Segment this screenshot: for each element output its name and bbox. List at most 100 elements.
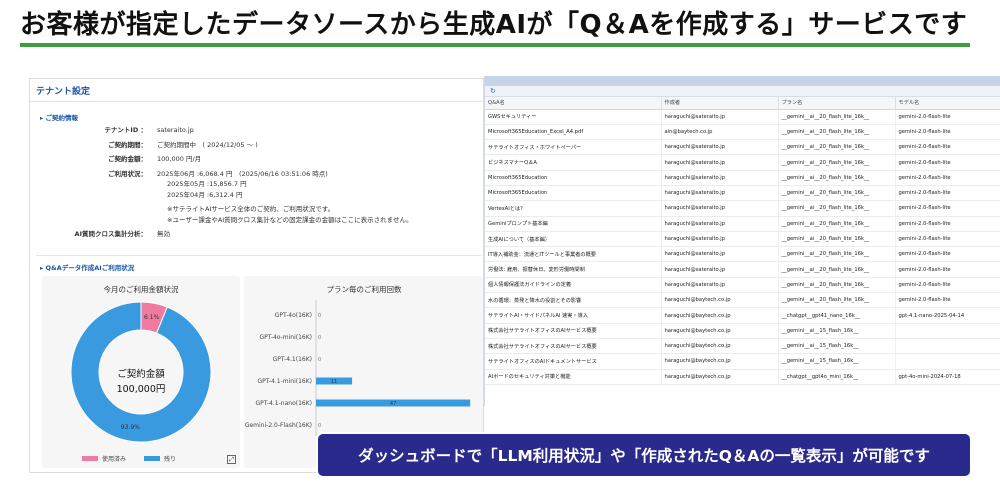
cell-plan: __gemini__ai__20_flash_lite_16k__ [778, 185, 896, 202]
donut-chart-title: 今月のご利用金額状況 [103, 285, 179, 294]
cell-plan: __chatgpt__gpt4o_mini_16k__ [778, 369, 896, 385]
callout-banner: ダッシュボードで「LLM利用状況」や「作成されたQ＆Aの一覧表示」が可能です [318, 434, 970, 476]
table-row[interactable]: IT導入補助金：流通とITツールと事業者の概要 haraguchi@saterai… [485, 246, 1000, 263]
usage-note: ※サテライトAIサービス全体のご契約、ご利用状況です。 [167, 205, 335, 213]
cell-qa-name: ビジネスマナーQ＆A [485, 154, 662, 171]
cross-analysis-row: AI質問クロス集計分析： 無効 [50, 229, 413, 240]
column-header-model[interactable]: モデル名 [895, 97, 1000, 110]
expand-icon[interactable]: ⤢ [227, 455, 236, 464]
cell-creator: haraguchi@sateraito.jp [661, 185, 779, 202]
bar-value-label: 0 [318, 313, 321, 319]
cell-plan: __gemini__ai__15_flash_16k__ [778, 353, 896, 370]
table-row[interactable]: AIボードのセキュリティ対策と機能 haraguchi@baytech.co.jp… [485, 369, 1000, 385]
table-row[interactable]: 個人情報保護法ガイドラインの定義 haraguchi@sateraito.jp __… [485, 277, 1000, 294]
legend-item-used[interactable]: 使用済み [82, 454, 126, 463]
table-window-bar [485, 76, 1000, 86]
cell-creator: haraguchi@baytech.co.jp [661, 292, 779, 309]
monthly-usage-chart: 今月のご利用金額状況 6.1% 93.9% ご契約金額 100,000円 使用済み… [42, 276, 240, 468]
table-row[interactable]: GWSセキュリティー haraguchi@sateraito.jp __gemini… [485, 109, 1000, 125]
cell-plan: __gemini__ai__15_flash_16k__ [778, 323, 896, 339]
title-underline [20, 43, 970, 47]
cell-qa-name: AIボードのセキュリティ対策と機能 [485, 369, 662, 385]
bar-value-label: 0 [318, 335, 321, 341]
usage-label: ご利用状況： [108, 169, 147, 178]
amount-value: 100,000 円/月 [157, 155, 202, 163]
cell-qa-name: サテライトオフィスのAIドキュメントサービス [485, 353, 662, 370]
donut-slice-label: 6.1% [144, 314, 160, 321]
table-row[interactable]: サテライトオフィス・ホワイトペーパー haraguchi@sateraito.jp… [485, 139, 1000, 156]
qa-table-body: GWSセキュリティー haraguchi@sateraito.jp __gemini… [485, 109, 1000, 385]
tenant-id-value: sateraito.jp [157, 126, 194, 134]
cell-qa-name: 生成AIについて（基本編） [485, 231, 662, 248]
tenant-id-label: テナントID ： [104, 126, 147, 134]
contract-section-heading[interactable]: ご契約情報 [30, 112, 79, 122]
cell-model: gemini-2.0-flash-lite [895, 139, 1000, 156]
table-row[interactable]: 生成AIについて（基本編） haraguchi@sateraito.jp __gem… [485, 231, 1000, 248]
table-row[interactable]: 株式会社サテライトオフィスのAIサービス概要 haraguchi@baytech.… [485, 323, 1000, 339]
table-row[interactable]: 株式会社サテライトオフィスのAIサービス概要 haraguchi@baytech.… [485, 338, 1000, 355]
table-row[interactable]: Microsoft365Education haraguchi@sateraito… [485, 170, 1000, 186]
cell-plan: __gemini__ai__20_flash_lite_16k__ [778, 139, 896, 156]
bar-value-label: 11 [331, 379, 337, 385]
cell-qa-name: Geminiプロンプト基本編 [485, 216, 662, 232]
cell-plan: __gemini__ai__20_flash_lite_16k__ [778, 109, 896, 125]
cell-plan: __gemini__ai__20_flash_lite_16k__ [778, 154, 896, 171]
table-row[interactable]: Microsoft365Education haraguchi@sateraito… [485, 185, 1000, 202]
cell-qa-name: サテライトオフィス・ホワイトペーパー [485, 139, 662, 156]
cross-analysis-label: AI質問クロス集計分析： [74, 230, 147, 238]
slide-title: お客様が指定したデータソースから生成AIが「Q＆Aを作成する」サービスです [20, 10, 968, 40]
table-row[interactable]: VertexAIとは？ haraguchi@sateraito.jp __gemin… [485, 200, 1000, 217]
usage-row: ご利用状況： 2025年06月 :6,068.4 円 (2025/06/16 0… [50, 169, 413, 180]
refresh-icon[interactable]: ↻ [490, 87, 496, 95]
tenant-settings-panel: テナント設定 ご契約情報 テナントID ： sateraito.jp ご契約期間… [29, 78, 484, 473]
column-header-creator[interactable]: 作成者 [661, 97, 779, 110]
column-header-qa-name[interactable]: Q&A名 [485, 97, 662, 110]
cell-plan: __gemini__ai__15_flash_16k__ [778, 338, 896, 355]
table-row[interactable]: Geminiプロンプト基本編 haraguchi@sateraito.jp __ge… [485, 216, 1000, 232]
cell-creator: haraguchi@sateraito.jp [661, 154, 779, 171]
table-row[interactable]: サテライトAI・サイドパネルAI 速実・導入 haraguchi@baytech.… [485, 307, 1000, 324]
cell-plan: __gemini__ai__20_flash_lite_16k__ [778, 246, 896, 263]
cell-plan: __gemini__ai__20_flash_lite_16k__ [778, 124, 896, 141]
cell-model: gemini-2.0-flash-lite [895, 170, 1000, 186]
cell-qa-name: 株式会社サテライトオフィスのAIサービス概要 [485, 338, 662, 355]
usage-note: ※ユーザー課金やAI質問クロス集計などの固定課金の金額はここに表示されません。 [167, 215, 413, 224]
cell-creator: haraguchi@sateraito.jp [661, 109, 779, 125]
cross-analysis-value: 無効 [157, 230, 170, 238]
legend-item-remaining[interactable]: 残り [144, 454, 176, 463]
qa-usage-section-heading[interactable]: Q&Aデータ作成AIご利用状況 [30, 262, 135, 272]
table-row[interactable]: サテライトオフィスのAIドキュメントサービス haraguchi@baytech.… [485, 353, 1000, 370]
qa-list-panel: ↻ Q&A名 作成者 プラン名 モデル名 GWSセキュリティー haraguchi… [484, 76, 1000, 406]
cell-model: gemini-2.0-flash-lite [895, 109, 1000, 125]
usage-line: 2025年05月 :15,856.7 円 [167, 180, 247, 188]
cell-creator: haraguchi@sateraito.jp [661, 170, 779, 186]
table-row[interactable]: Microsoft365Education_Excel_A4.pdf ain@ba… [485, 124, 1000, 141]
cell-model: gemini-2.0-flash-lite [895, 246, 1000, 263]
cell-model: gpt-4.1-nano-2025-04-14 [895, 307, 1000, 324]
cell-plan: __gemini__ai__20_flash_lite_16k__ [778, 170, 896, 186]
cell-model: gemini-2.0-flash-lite [895, 185, 1000, 202]
bar-value-label: 47 [390, 401, 396, 407]
table-row[interactable]: 労働法: 雇用、振替休日、変形労働時間制 haraguchi@sateraito.… [485, 261, 1000, 278]
table-row[interactable]: 水の循環：蒸発と降水の役割とその影響 haraguchi@baytech.co.j… [485, 292, 1000, 309]
cell-qa-name: 個人情報保護法ガイドラインの定義 [485, 277, 662, 294]
category-label: GPT-4.1(16K) [273, 356, 312, 363]
cell-model: gemini-2.0-flash-lite [895, 277, 1000, 294]
cell-creator: haraguchi@sateraito.jp [661, 139, 779, 156]
table-toolbar: ↻ [485, 86, 1000, 97]
cell-model: gemini-2.0-flash-lite [895, 200, 1000, 217]
panel-title: テナント設定 [30, 79, 483, 102]
category-label: GPT-4o-mini(16K) [259, 334, 312, 341]
cell-creator: haraguchi@sateraito.jp [661, 246, 779, 263]
cell-plan: __gemini__ai__20_flash_lite_16k__ [778, 261, 896, 278]
cell-creator: haraguchi@baytech.co.jp [661, 353, 779, 370]
cell-model: gemini-2.0-flash-lite [895, 154, 1000, 171]
cell-creator: haraguchi@sateraito.jp [661, 216, 779, 232]
table-row[interactable]: ビジネスマナーQ＆A haraguchi@sateraito.jp __gemini… [485, 154, 1000, 171]
cell-qa-name: IT導入補助金：流通とITツールと事業者の概要 [485, 246, 662, 263]
cell-creator: ain@baytech.co.jp [661, 124, 779, 141]
legend-swatch-remaining [144, 456, 161, 461]
cell-creator: haraguchi@sateraito.jp [661, 261, 779, 278]
column-header-plan[interactable]: プラン名 [778, 97, 896, 110]
table-header-row: Q&A名 作成者 プラン名 モデル名 [485, 97, 1000, 110]
